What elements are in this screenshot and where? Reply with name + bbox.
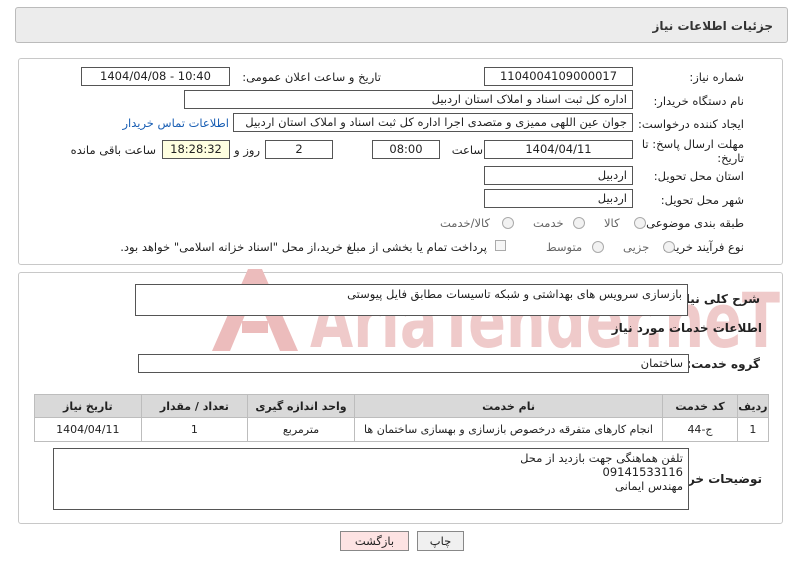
services-heading: اطلاعات خدمات مورد نیاز [611, 321, 762, 335]
category-label: طبقه بندی موضوعی: [642, 216, 744, 230]
buyer-org-label: نام دستگاه خریدار: [653, 94, 744, 108]
province-field: اردبیل [484, 166, 633, 185]
province-label: استان محل تحویل: [653, 169, 744, 183]
col-quantity: تعداد / مقدار [140, 394, 249, 418]
purchase-minor-radio[interactable] [663, 241, 675, 253]
category-goods-service-radio[interactable] [502, 217, 514, 229]
need-number-field: 1104004109000017 [484, 67, 633, 86]
col-unit: واحد اندازه گیری [247, 394, 355, 418]
page-header: جزئیات اطلاعات نیاز [15, 7, 788, 43]
col-service-code: کد خدمت [662, 394, 738, 418]
cell-unit: مترمربع [247, 417, 355, 442]
purchase-minor-label: جزیی [623, 240, 650, 254]
back-button[interactable]: بازگشت [340, 531, 409, 551]
deadline-time-label: ساعت [451, 143, 483, 157]
creator-label: ایجاد کننده درخواست: [638, 117, 744, 131]
cell-service-code: ج-44 [662, 417, 738, 442]
cell-row-number: 1 [736, 417, 770, 442]
city-field: اردبیل [484, 189, 633, 208]
purchase-medium-radio[interactable] [592, 241, 604, 253]
cell-service-name: انجام کارهای متفرقه درخصوص بازسازی و بهس… [353, 417, 664, 442]
print-button[interactable]: چاپ [417, 531, 464, 551]
col-need-date: تاریخ نیاز [34, 394, 142, 418]
treasury-payment-checkbox[interactable] [495, 240, 506, 251]
deadline-time-field: 08:00 [372, 140, 440, 159]
category-service-radio[interactable] [573, 217, 585, 229]
creator-field: جوان عین اللهی ممیزی و متصدی اجرا اداره … [233, 113, 633, 132]
service-group-label: گروه خدمت: [686, 357, 760, 371]
category-goods-radio[interactable] [634, 217, 646, 229]
cell-need-date: 1404/04/11 [34, 417, 142, 442]
summary-field: بازسازی سرویس های بهداشتی و شبکه تاسیسات… [135, 284, 688, 316]
purchase-medium-label: متوسط [546, 240, 583, 254]
buyer-contact-link[interactable]: اطلاعات تماس خریدار [122, 116, 229, 130]
page-title: جزئیات اطلاعات نیاز [652, 19, 773, 33]
services-table: ردیف کد خدمت نام خدمت واحد اندازه گیری ت… [34, 394, 770, 442]
city-label: شهر محل تحویل: [660, 193, 744, 207]
deadline-date-field: 1404/04/11 [484, 140, 633, 159]
cell-quantity: 1 [140, 417, 249, 442]
remaining-time-field: 18:28:32 [162, 140, 230, 159]
service-group-field: ساختمان [138, 354, 689, 373]
table-header-row: ردیف کد خدمت نام خدمت واحد اندازه گیری ت… [34, 394, 770, 418]
remaining-label: ساعت باقی مانده [70, 143, 156, 157]
col-row-number: ردیف [736, 394, 770, 418]
category-service-label: خدمت [533, 216, 564, 230]
announce-datetime-field: 1404/04/08 - 10:40 [81, 67, 230, 86]
days-label: روز و [234, 143, 260, 157]
deadline-label-date: تاریخ: [717, 151, 744, 165]
remaining-days-field: 2 [265, 140, 333, 159]
buyer-org-field: اداره کل ثبت اسناد و املاک استان اردبیل [184, 90, 633, 109]
table-row: 1 ج-44 انجام کارهای متفرقه درخصوص بازساز… [34, 417, 770, 442]
buyer-notes-field: تلفن هماهنگی جهت بازدید از محل 091415331… [53, 448, 689, 510]
deadline-label: مهلت ارسال پاسخ: تا [641, 137, 744, 151]
treasury-payment-note: پرداخت تمام یا بخشی از مبلغ خرید،از محل … [120, 240, 487, 254]
col-service-name: نام خدمت [353, 394, 664, 418]
announce-label: تاریخ و ساعت اعلان عمومی: [242, 70, 381, 84]
category-goods-label: کالا [604, 216, 620, 230]
need-number-label: شماره نیاز: [689, 70, 744, 84]
category-goods-service-label: کالا/خدمت [440, 216, 491, 230]
